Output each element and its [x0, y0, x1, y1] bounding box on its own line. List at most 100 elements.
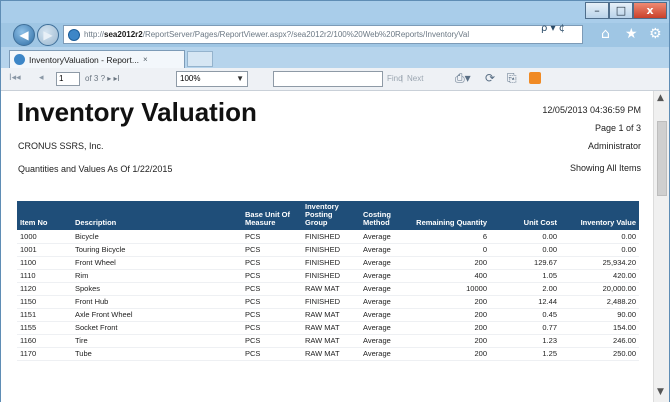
table-cell: 200 — [412, 321, 490, 335]
page-number-input[interactable]: 1 — [56, 72, 80, 86]
table-cell: 1151 — [17, 308, 72, 322]
table-cell: 246.00 — [560, 334, 639, 348]
column-header[interactable]: Inventory Value — [560, 201, 639, 230]
browser-window: – □ x ◀ ▶ http://sea2012r2/ReportServer/… — [0, 0, 670, 402]
column-header[interactable]: Item No — [17, 201, 72, 230]
table-cell: Average — [360, 269, 412, 283]
table-cell: 1.25 — [490, 347, 560, 361]
table-row: 1170 Tube PCS RAW MAT Average 200 1.25 250.00 — [17, 347, 639, 361]
star-icon[interactable]: ★ — [625, 26, 638, 42]
table-cell: Average — [360, 321, 412, 335]
table-cell: Average — [360, 243, 412, 257]
table-cell: 200 — [412, 295, 490, 309]
feed-icon[interactable] — [529, 72, 541, 84]
column-header[interactable]: Base Unit Of Measure — [242, 201, 302, 230]
next-link[interactable]: Next — [407, 74, 423, 83]
table-cell: 154.00 — [560, 321, 639, 335]
table-cell: PCS — [242, 230, 302, 244]
report-toolbar: I◂◂ ◂ 1 of 3 ? ▸ ▸I 100% ▼ Find | Next ⎙… — [1, 68, 669, 91]
table-cell: 1100 — [17, 256, 72, 270]
table-cell: 1150 — [17, 295, 72, 309]
table-cell: RAW MAT — [302, 282, 360, 296]
table-cell: 25,934.20 — [560, 256, 639, 270]
tab-strip: InventoryValuation - Report... × — [1, 47, 669, 68]
zoom-select[interactable]: 100% ▼ — [176, 71, 248, 87]
gear-icon[interactable]: ⚙ — [649, 26, 662, 42]
table-cell: 400 — [412, 269, 490, 283]
column-header[interactable]: Inventory Posting Group — [302, 201, 360, 230]
report-surface: Inventory Valuation CRONUS SSRS, Inc. Qu… — [1, 91, 653, 402]
table-cell: PCS — [242, 321, 302, 335]
column-header[interactable]: Description — [72, 201, 242, 230]
address-host: sea2012r2 — [104, 30, 143, 39]
column-header[interactable]: Remaining Quantity — [412, 201, 490, 230]
address-rest: /ReportServer/Pages/ReportViewer.aspx?/s… — [142, 30, 470, 39]
table-cell: 1001 — [17, 243, 72, 257]
table-cell: 0.00 — [490, 243, 560, 257]
back-arrow-icon[interactable]: ◀ — [13, 24, 35, 46]
export-icon[interactable]: ⎙▾ — [455, 71, 471, 86]
table-cell: Bicycle — [72, 230, 242, 244]
table-cell: Front Hub — [72, 295, 242, 309]
table-row: 1151 Axle Front Wheel PCS RAW MAT Average 200… — [17, 308, 639, 322]
table-row: 1000 Bicycle PCS FINISHED Average 6 0.00 0.00 — [17, 230, 639, 244]
forward-arrow-icon[interactable]: ▶ — [37, 24, 59, 46]
title-bar: – □ x — [1, 1, 669, 23]
table-cell: 0.45 — [490, 308, 560, 322]
address-tools[interactable]: ρ ▾ ¢ — [541, 23, 565, 34]
report-timestamp: 12/05/2013 04:36:59 PM — [542, 105, 641, 115]
table-row: 1160 Tire PCS RAW MAT Average 200 1.23 246.00 — [17, 334, 639, 348]
print-icon[interactable]: ⎘ — [507, 71, 517, 86]
prev-page-icon[interactable]: ◂ — [39, 73, 44, 83]
address-prefix: http:// — [84, 30, 105, 39]
table-cell: Average — [360, 230, 412, 244]
table-cell: 2.00 — [490, 282, 560, 296]
as-of-date: Quantities and Values As Of 1/22/2015 — [18, 164, 173, 174]
maximize-button[interactable]: □ — [609, 2, 633, 19]
table-cell: FINISHED — [302, 269, 360, 283]
table-cell: 0.00 — [490, 230, 560, 244]
table-cell: Average — [360, 295, 412, 309]
table-cell: FINISHED — [302, 230, 360, 244]
new-tab-button[interactable] — [187, 51, 213, 67]
table-cell: 0.00 — [560, 230, 639, 244]
column-header[interactable]: Costing Method — [360, 201, 412, 230]
table-cell: FINISHED — [302, 243, 360, 257]
first-page-icon[interactable]: I◂◂ — [9, 73, 21, 83]
table-cell: PCS — [242, 334, 302, 348]
table-cell: 12.44 — [490, 295, 560, 309]
close-button[interactable]: x — [633, 2, 667, 19]
filter-status: Showing All Items — [569, 163, 641, 173]
table-cell: 6 — [412, 230, 490, 244]
address-input[interactable]: http://sea2012r2/ReportServer/Pages/Repo… — [63, 25, 583, 44]
scroll-thumb[interactable] — [657, 121, 667, 196]
table-cell: RAW MAT — [302, 321, 360, 335]
table-cell: 200 — [412, 256, 490, 270]
address-bar-row: ◀ ▶ http://sea2012r2/ReportServer/Pages/… — [1, 23, 669, 47]
table-cell: Rim — [72, 269, 242, 283]
refresh-icon[interactable]: ⟳ — [485, 71, 495, 85]
home-icon[interactable]: ⌂ — [601, 26, 610, 42]
table-header-row: Item No Description Base Unit Of Measure… — [17, 201, 639, 230]
table-cell: PCS — [242, 243, 302, 257]
table-row: 1155 Socket Front PCS RAW MAT Average 200 0.77… — [17, 321, 639, 335]
tab-page-icon — [14, 54, 25, 65]
report-title: Inventory Valuation — [17, 97, 257, 127]
table-cell: 200 — [412, 347, 490, 361]
minimize-button[interactable]: – — [585, 2, 609, 19]
table-cell: 20,000.00 — [560, 282, 639, 296]
find-input[interactable] — [273, 71, 383, 87]
tab-close-icon[interactable]: × — [143, 55, 148, 64]
table-cell: 10000 — [412, 282, 490, 296]
scroll-up-icon[interactable]: ▲ — [657, 93, 664, 103]
column-header[interactable]: Unit Cost — [490, 201, 560, 230]
table-row: 1150 Front Hub PCS FINISHED Average 200 12.44 2… — [17, 295, 639, 309]
table-cell: FINISHED — [302, 256, 360, 270]
table-cell: 1.23 — [490, 334, 560, 348]
scroll-down-icon[interactable]: ▼ — [657, 387, 664, 397]
vertical-scrollbar[interactable]: ▲ ▼ — [653, 91, 669, 402]
chevron-down-icon: ▼ — [236, 74, 244, 83]
table-cell: 200 — [412, 334, 490, 348]
tab-inventory-valuation[interactable]: InventoryValuation - Report... × — [9, 50, 185, 68]
table-cell: Spokes — [72, 282, 242, 296]
